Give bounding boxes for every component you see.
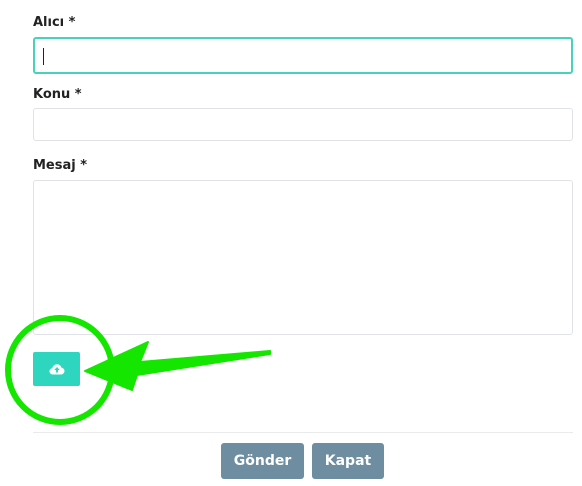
send-button[interactable]: Gönder xyxy=(221,443,304,479)
upload-attachment-button[interactable] xyxy=(33,352,80,386)
footer-divider xyxy=(33,432,573,433)
message-label: Mesaj * xyxy=(33,158,88,173)
recipient-input[interactable] xyxy=(33,37,573,74)
subject-input[interactable] xyxy=(33,108,573,141)
cloud-upload-icon xyxy=(49,364,64,375)
recipient-label: Alıcı * xyxy=(33,15,76,30)
text-caret xyxy=(43,48,44,65)
message-textarea[interactable] xyxy=(33,180,573,335)
compose-message-dialog: Alıcı * Konu * Mesaj * Gönder Kapat xyxy=(0,0,582,486)
arrow-left-icon xyxy=(84,341,271,391)
close-button[interactable]: Kapat xyxy=(312,443,384,479)
subject-label: Konu * xyxy=(33,87,82,102)
